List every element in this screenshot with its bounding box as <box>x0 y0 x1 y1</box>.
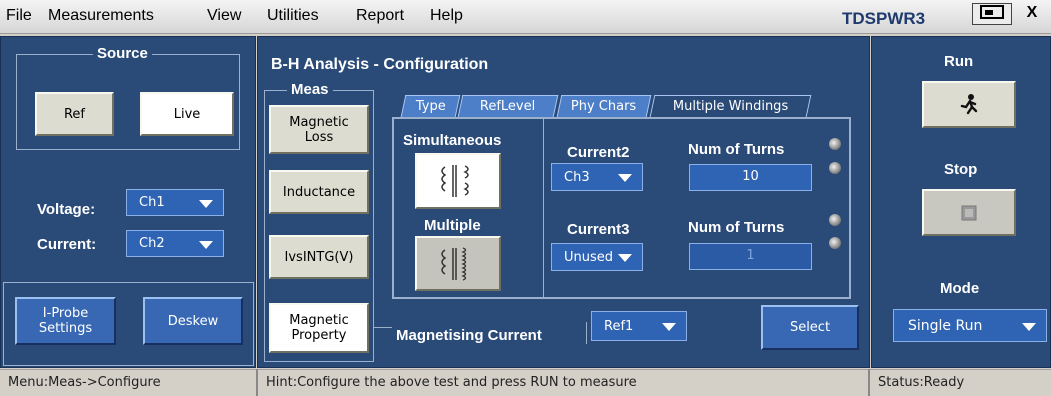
mode-value: Single Run <box>908 317 983 334</box>
menu-report[interactable]: Report <box>356 7 404 25</box>
dropdown-arrow-icon <box>618 174 632 182</box>
run-button[interactable] <box>922 81 1016 128</box>
select-button[interactable]: Select <box>761 305 859 350</box>
meas-button-label: IvsINTG(V) <box>284 249 354 265</box>
current-dropdown[interactable]: Ch2 <box>126 230 224 257</box>
ref-label: Ref <box>63 106 86 122</box>
tab-multiple-windings[interactable]: Multiple Windings <box>649 95 812 117</box>
simultaneous-label: Simultaneous <box>403 132 502 149</box>
select-label: Select <box>789 320 831 335</box>
multiple-label: Multiple <box>424 217 481 234</box>
status-ready: Status:Ready <box>870 369 1051 396</box>
stop-square-icon <box>961 205 977 220</box>
current3-label: Current3 <box>567 221 630 238</box>
source-panel: Source Ref Live Voltage: Ch1 Current: Ch… <box>0 36 256 368</box>
multiple-option[interactable] <box>415 236 501 291</box>
meas-button-label: Property <box>291 328 347 343</box>
meas-button-label: Inductance <box>282 184 356 200</box>
magnetising-current-label: Magnetising Current <box>396 327 542 344</box>
indicator-dot-icon <box>829 214 841 226</box>
live-label: Live <box>173 106 201 122</box>
iprobe-settings-button[interactable]: I-Probe Settings <box>15 297 116 345</box>
status-menu-path: Menu:Meas->Configure <box>0 369 256 396</box>
current2-dropdown[interactable]: Ch3 <box>551 163 643 191</box>
current3-value: Unused <box>564 249 614 265</box>
tab-phy-chars[interactable]: Phy Chars <box>556 95 652 117</box>
current3-dropdown[interactable]: Unused <box>551 243 643 271</box>
dropdown-arrow-icon <box>1022 322 1036 331</box>
menu-utilities[interactable]: Utilities <box>267 7 319 25</box>
deskew-label: Deskew <box>167 313 219 329</box>
tab-label: Phy Chars <box>571 99 637 114</box>
run-man-icon <box>960 93 978 114</box>
dropdown-arrow-icon <box>662 323 676 331</box>
tab-type[interactable]: Type <box>400 95 461 117</box>
control-panel: Run Stop Mode Single Run <box>871 36 1051 368</box>
run-label: Run <box>944 53 974 70</box>
meas-ivsintg-button[interactable]: IvsINTG(V) <box>269 235 369 279</box>
dropdown-arrow-icon <box>199 240 213 249</box>
source-legend: Source <box>93 45 152 62</box>
current2-value: Ch3 <box>564 169 590 185</box>
status-hint: Hint:Configure the above test and press … <box>258 369 868 396</box>
tab-reflevel[interactable]: RefLevel <box>457 95 559 117</box>
voltage-dropdown[interactable]: Ch1 <box>126 189 224 216</box>
live-button[interactable]: Live <box>140 92 234 136</box>
meas-button-label: Magnetic <box>289 114 349 130</box>
meas-button-label: Loss <box>304 129 334 145</box>
ref-button[interactable]: Ref <box>35 92 114 136</box>
indicator-dot-icon <box>829 138 841 150</box>
menu-bar: File Measurements View Utilities Report … <box>0 0 1051 34</box>
divider <box>543 119 544 297</box>
divider <box>586 322 587 344</box>
dropdown-arrow-icon <box>618 254 632 262</box>
num-turns-input-2[interactable]: 1 <box>689 243 812 270</box>
num-turns-label-2: Num of Turns <box>688 219 785 236</box>
indicator-dot-icon <box>829 237 841 249</box>
close-button[interactable]: X <box>1017 3 1047 25</box>
menu-view[interactable]: View <box>207 7 241 25</box>
window-icon <box>980 5 1004 19</box>
voltage-value: Ch1 <box>139 195 165 210</box>
current2-label: Current2 <box>567 144 630 161</box>
voltage-label: Voltage: <box>37 201 96 218</box>
menu-file[interactable]: File <box>6 7 32 25</box>
meas-button-label: Magnetic <box>289 313 349 328</box>
menu-measurements[interactable]: Measurements <box>48 7 154 25</box>
mode-label: Mode <box>940 280 980 297</box>
meas-legend: Meas <box>287 81 333 98</box>
magnetising-current-value: Ref1 <box>604 318 634 334</box>
stop-label: Stop <box>944 161 978 178</box>
num-turns-label-1: Num of Turns <box>688 141 785 158</box>
transformer-icon <box>441 165 469 197</box>
connector-line <box>374 327 392 328</box>
magnetising-current-dropdown[interactable]: Ref1 <box>591 311 687 341</box>
config-title: B-H Analysis - Configuration <box>271 56 489 73</box>
tab-label: Type <box>415 99 446 114</box>
configuration-panel: B-H Analysis - Configuration Meas Magnet… <box>257 36 870 368</box>
mode-dropdown[interactable]: Single Run <box>893 309 1047 342</box>
menu-help[interactable]: Help <box>430 7 463 25</box>
multi-winding-icon <box>441 246 467 281</box>
tab-label: RefLevel <box>480 99 536 114</box>
meas-magnetic-loss-button[interactable]: Magnetic Loss <box>269 105 369 154</box>
meas-magnetic-property-button[interactable]: Magnetic Property <box>269 303 369 353</box>
window-toggle-button[interactable] <box>972 3 1012 25</box>
current-label: Current: <box>37 236 97 253</box>
tab-label: Multiple Windings <box>672 99 789 114</box>
simultaneous-option[interactable] <box>415 153 501 209</box>
iprobe-label-line1: I-Probe <box>42 306 89 321</box>
stop-button[interactable] <box>922 189 1016 236</box>
app-title: TDSPWR3 <box>842 9 926 28</box>
dropdown-arrow-icon <box>199 199 213 208</box>
indicator-dot-icon <box>829 162 841 174</box>
iprobe-label-line2: Settings <box>38 321 93 336</box>
current-value: Ch2 <box>139 236 165 251</box>
deskew-button[interactable]: Deskew <box>143 297 243 345</box>
num-turns-input-1[interactable]: 10 <box>689 164 812 191</box>
meas-inductance-button[interactable]: Inductance <box>269 170 369 214</box>
